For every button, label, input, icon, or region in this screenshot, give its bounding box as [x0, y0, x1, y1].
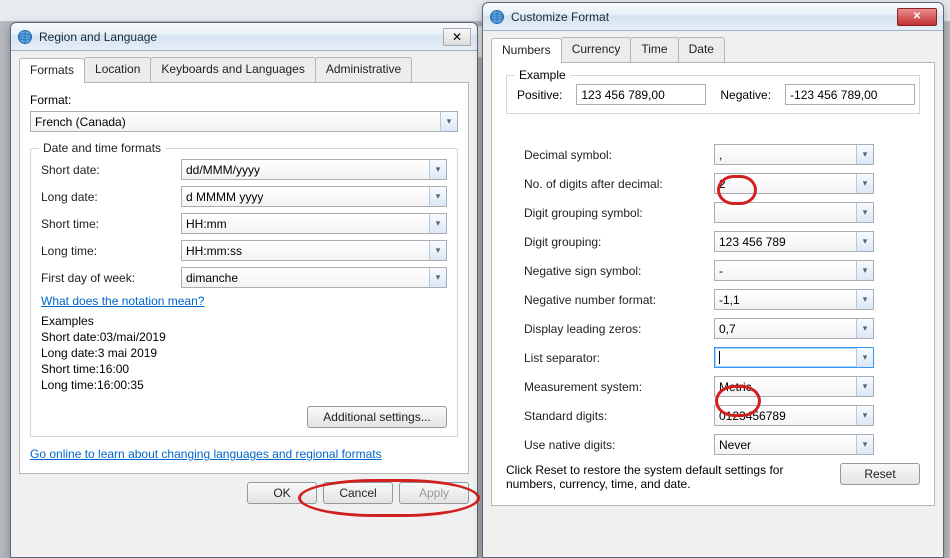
negative-format-label: Negative number format: [524, 293, 714, 307]
native-digits-combo[interactable]: Never▾ [714, 434, 874, 455]
online-help-link[interactable]: Go online to learn about changing langua… [30, 447, 382, 461]
ex-short-time-label: Short time: [41, 362, 99, 376]
ex-long-time-label: Long time: [41, 378, 97, 392]
long-time-dropdown[interactable]: HH:mm:ss▾ [181, 240, 447, 261]
tab-formats[interactable]: Formats [19, 58, 85, 83]
tab-date[interactable]: Date [678, 37, 725, 62]
long-date-label: Long date: [41, 190, 181, 204]
globe-icon [17, 29, 33, 45]
digits-after-combo[interactable]: 2▾ [714, 173, 874, 194]
customize-format-window: Customize Format ✕ Numbers Currency Time… [482, 2, 944, 558]
ex-short-time-value: 16:00 [99, 362, 129, 376]
ex-short-date-value: 03/mai/2019 [100, 330, 166, 344]
customize-tabs: Numbers Currency Time Date [491, 37, 935, 63]
short-time-dropdown[interactable]: HH:mm▾ [181, 213, 447, 234]
negative-sign-combo[interactable]: -▾ [714, 260, 874, 281]
standard-digits-label: Standard digits: [524, 409, 714, 423]
measurement-combo[interactable]: Metric▾ [714, 376, 874, 397]
customize-titlebar[interactable]: Customize Format ✕ [483, 3, 943, 31]
chevron-down-icon: ▾ [440, 112, 457, 131]
examples-legend: Examples [41, 314, 447, 328]
digits-after-label: No. of digits after decimal: [524, 177, 714, 191]
region-title: Region and Language [39, 30, 443, 44]
tab-numbers[interactable]: Numbers [491, 38, 562, 63]
format-label: Format: [30, 93, 458, 107]
chevron-down-icon: ▾ [856, 174, 873, 193]
reset-button[interactable]: Reset [840, 463, 920, 485]
chevron-down-icon: ▾ [856, 377, 873, 396]
chevron-down-icon: ▾ [429, 214, 446, 233]
chevron-down-icon: ▾ [856, 435, 873, 454]
chevron-down-icon: ▾ [856, 145, 873, 164]
leading-zeros-label: Display leading zeros: [524, 322, 714, 336]
list-separator-label: List separator: [524, 351, 714, 365]
list-separator-combo[interactable]: ▾ [714, 347, 874, 368]
measurement-label: Measurement system: [524, 380, 714, 394]
negative-label: Negative: [720, 88, 771, 102]
ex-long-date-label: Long date: [41, 346, 98, 360]
negative-example: -123 456 789,00 [785, 84, 915, 105]
chevron-down-icon: ▾ [856, 319, 873, 338]
tab-time[interactable]: Time [630, 37, 678, 62]
chevron-down-icon: ▾ [856, 406, 873, 425]
standard-digits-combo[interactable]: 0123456789▾ [714, 405, 874, 426]
grouping-symbol-combo[interactable]: ▾ [714, 202, 874, 223]
cancel-button[interactable]: Cancel [323, 482, 393, 504]
ex-long-time-value: 16:00:35 [97, 378, 144, 392]
leading-zeros-combo[interactable]: 0,7▾ [714, 318, 874, 339]
format-value: French (Canada) [35, 115, 126, 129]
ex-short-date-label: Short date: [41, 330, 100, 344]
positive-example: 123 456 789,00 [576, 84, 706, 105]
negative-sign-label: Negative sign symbol: [524, 264, 714, 278]
tab-keyboards[interactable]: Keyboards and Languages [150, 57, 315, 82]
long-date-dropdown[interactable]: d MMMM yyyy▾ [181, 186, 447, 207]
notation-link[interactable]: What does the notation mean? [41, 294, 204, 308]
globe-icon [489, 9, 505, 25]
short-time-label: Short time: [41, 217, 181, 231]
region-titlebar[interactable]: Region and Language ✕ [11, 23, 477, 51]
example-legend: Example [515, 68, 570, 82]
chevron-down-icon: ▾ [856, 203, 873, 222]
chevron-down-icon: ▾ [429, 187, 446, 206]
format-dropdown[interactable]: French (Canada) ▾ [30, 111, 458, 132]
tab-administrative[interactable]: Administrative [315, 57, 412, 82]
first-dow-dropdown[interactable]: dimanche▾ [181, 267, 447, 288]
short-date-dropdown[interactable]: dd/MMM/yyyy▾ [181, 159, 447, 180]
grouping-symbol-label: Digit grouping symbol: [524, 206, 714, 220]
chevron-down-icon: ▾ [429, 160, 446, 179]
region-tabs: Formats Location Keyboards and Languages… [19, 57, 469, 83]
reset-hint: Click Reset to restore the system defaul… [506, 463, 830, 491]
chevron-down-icon: ▾ [856, 261, 873, 280]
datetime-group-legend: Date and time formats [39, 141, 165, 155]
first-dow-label: First day of week: [41, 271, 181, 285]
decimal-symbol-label: Decimal symbol: [524, 148, 714, 162]
ex-long-date-value: 3 mai 2019 [98, 346, 157, 360]
close-button[interactable]: ✕ [443, 28, 471, 46]
additional-settings-button[interactable]: Additional settings... [307, 406, 447, 428]
native-digits-label: Use native digits: [524, 438, 714, 452]
customize-title: Customize Format [511, 10, 897, 24]
chevron-down-icon: ▾ [429, 241, 446, 260]
tab-location[interactable]: Location [84, 57, 151, 82]
region-language-window: Region and Language ✕ Formats Location K… [10, 22, 478, 558]
close-button[interactable]: ✕ [897, 8, 937, 26]
tab-currency[interactable]: Currency [561, 37, 632, 62]
digit-grouping-label: Digit grouping: [524, 235, 714, 249]
digit-grouping-combo[interactable]: 123 456 789▾ [714, 231, 874, 252]
short-date-label: Short date: [41, 163, 181, 177]
apply-button[interactable]: Apply [399, 482, 469, 504]
decimal-symbol-combo[interactable]: ,▾ [714, 144, 874, 165]
chevron-down-icon: ▾ [856, 348, 873, 367]
positive-label: Positive: [517, 88, 562, 102]
ok-button[interactable]: OK [247, 482, 317, 504]
negative-format-combo[interactable]: -1,1▾ [714, 289, 874, 310]
chevron-down-icon: ▾ [429, 268, 446, 287]
long-time-label: Long time: [41, 244, 181, 258]
chevron-down-icon: ▾ [856, 290, 873, 309]
chevron-down-icon: ▾ [856, 232, 873, 251]
